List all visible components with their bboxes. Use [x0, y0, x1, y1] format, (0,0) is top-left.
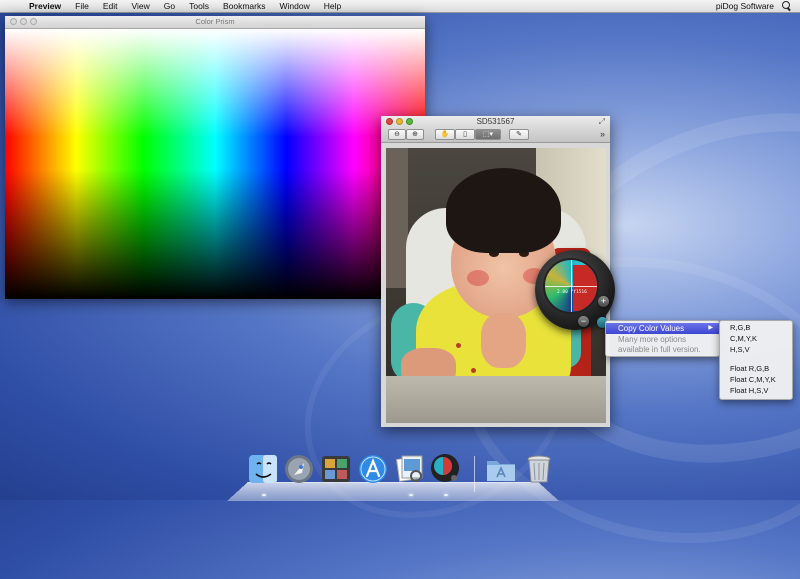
color-format-submenu: R,G,B C,M,Y,K H,S,V Float R,G,B Float C,… — [719, 320, 793, 400]
loupe-zoom-out-button[interactable]: − — [578, 316, 589, 327]
applications-folder-icon[interactable] — [485, 452, 517, 486]
submenu-item-float-cmyk[interactable]: Float C,M,Y,K — [730, 375, 776, 385]
rect-select-icon: ⬚▾ — [482, 131, 494, 138]
photo-booth-icon[interactable] — [320, 452, 352, 486]
menu-go[interactable]: Go — [157, 0, 182, 12]
submenu-item-float-rgb[interactable]: Float R,G,B — [730, 364, 769, 374]
color-picker-icon[interactable] — [429, 452, 461, 486]
close-button-icon[interactable] — [386, 118, 393, 125]
submenu-item-rgb[interactable]: R,G,B — [730, 323, 750, 333]
crosshair-vertical — [571, 260, 572, 312]
zoom-out-button[interactable]: ⊖ — [388, 129, 406, 140]
menu-note-line: available in full version. — [618, 345, 701, 354]
loupe-magnified-area — [573, 265, 597, 311]
close-button-icon[interactable] — [10, 18, 17, 25]
zoom-in-icon: ⊕ — [412, 131, 418, 138]
text-select-icon: ▯ — [463, 131, 467, 138]
minimize-button-icon[interactable] — [20, 18, 27, 25]
photo-hair — [446, 168, 561, 253]
dock-separator — [474, 456, 475, 492]
submenu-arrow-icon: ▶ — [708, 325, 713, 331]
photo-tray — [386, 376, 606, 423]
loupe-readout: 2.00 ff1516 — [557, 290, 587, 295]
selection-tool-button[interactable]: ⬚▾ — [475, 129, 501, 140]
window-titlebar[interactable]: SD531567 ⤢ — [381, 116, 610, 128]
spotlight-search-icon[interactable] — [782, 1, 792, 11]
finder-icon[interactable] — [247, 452, 279, 486]
text-tool-button[interactable]: ▯ — [455, 129, 475, 140]
menu-app-name[interactable]: Preview — [22, 0, 68, 12]
menu-help[interactable]: Help — [317, 0, 348, 12]
menu-bar: Preview File Edit View Go Tools Bookmark… — [0, 0, 800, 13]
window-controls — [10, 18, 37, 25]
running-indicator — [409, 494, 413, 496]
submenu-item-cmyk[interactable]: C,M,Y,K — [730, 334, 757, 344]
submenu-item-hsv[interactable]: H,S,V — [730, 345, 750, 355]
pencil-icon: ✎ — [516, 131, 522, 138]
hand-icon: ✋ — [440, 131, 450, 138]
zoom-out-icon: ⊖ — [394, 131, 400, 138]
plus-icon: + — [600, 296, 607, 306]
window-title: SD531567 — [476, 117, 515, 126]
color-spectrum-canvas[interactable] — [5, 29, 425, 299]
photo-cheek — [467, 270, 489, 286]
window-title: Color Prism — [195, 17, 235, 26]
running-indicator — [262, 494, 266, 496]
loupe-context-menu: Copy Color Values ▶ Many more options av… — [605, 320, 720, 357]
loupe-zoom-in-button[interactable]: + — [598, 296, 609, 307]
trash-icon[interactable] — [523, 452, 555, 486]
zoom-button-icon[interactable] — [30, 18, 37, 25]
photo-door-left — [386, 148, 408, 288]
fullscreen-icon[interactable]: ⤢ — [599, 118, 605, 126]
crosshair-horizontal — [545, 286, 597, 287]
color-prism-window: Color Prism — [5, 16, 425, 299]
preview-toolbar: ⊖ ⊕ ✋ ▯ ⬚▾ ✎ » — [381, 128, 610, 143]
submenu-item-float-hsv[interactable]: Float H,S,V — [730, 386, 768, 396]
running-indicator — [444, 494, 448, 496]
photo-hand-right — [481, 313, 526, 368]
menu-item-label: Copy Color Values — [618, 324, 685, 333]
menu-file[interactable]: File — [68, 0, 96, 12]
copy-color-values-item[interactable]: Copy Color Values ▶ — [606, 323, 719, 334]
minus-icon: − — [580, 316, 587, 326]
vendor-menu[interactable]: piDog Software — [708, 1, 782, 11]
menu-edit[interactable]: Edit — [96, 0, 125, 12]
preview-icon[interactable] — [394, 452, 426, 486]
window-controls — [386, 118, 413, 125]
app-store-icon[interactable] — [357, 452, 389, 486]
menu-window[interactable]: Window — [272, 0, 316, 12]
move-tool-button[interactable]: ✋ — [435, 129, 455, 140]
loupe-lens: 2.00 ff1516 — [543, 258, 599, 314]
minimize-button-icon[interactable] — [396, 118, 403, 125]
menu-view[interactable]: View — [125, 0, 157, 12]
window-titlebar[interactable]: Color Prism — [5, 16, 425, 29]
menu-bookmarks[interactable]: Bookmarks — [216, 0, 273, 12]
menu-bar-extras: piDog Software — [708, 1, 800, 11]
zoom-in-button[interactable]: ⊕ — [406, 129, 424, 140]
photo-stain — [471, 368, 476, 373]
menu-tools[interactable]: Tools — [182, 0, 216, 12]
annotate-button[interactable]: ✎ — [509, 129, 529, 140]
toolbar-overflow-icon[interactable]: » — [600, 129, 605, 139]
photo-stain — [456, 343, 461, 348]
zoom-button-icon[interactable] — [406, 118, 413, 125]
launchpad-icon[interactable] — [283, 452, 315, 486]
